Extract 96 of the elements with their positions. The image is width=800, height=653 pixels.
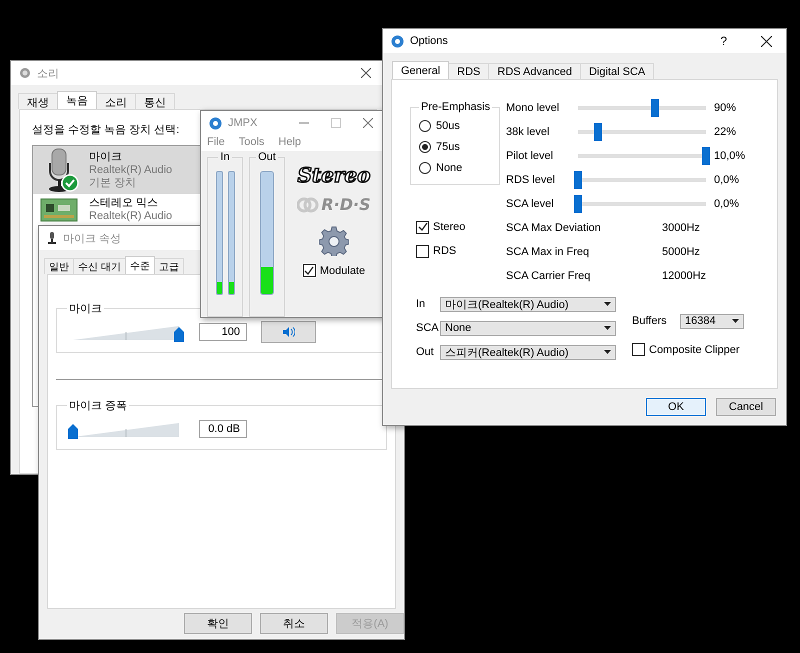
radio-label: 50us [436, 120, 460, 132]
checkbox[interactable] [632, 343, 645, 356]
device-dropdown[interactable]: None [440, 320, 616, 336]
menu-item[interactable]: Tools [238, 136, 264, 148]
menu-item[interactable]: Help [278, 136, 302, 148]
menu-item[interactable]: File [207, 136, 225, 148]
device-item[interactable]: 스테레오 믹스 Realtek(R) Audio [33, 194, 201, 226]
device-dropdown[interactable]: 마이크(Realtek(R) Audio) [440, 296, 616, 312]
device-label: In [416, 298, 426, 310]
mute-button[interactable] [261, 321, 316, 343]
checkbox[interactable] [302, 264, 316, 277]
app-icon [209, 116, 222, 130]
checkbox[interactable] [416, 244, 429, 258]
tab[interactable]: 수준 [124, 256, 155, 274]
close-icon[interactable] [761, 36, 772, 46]
device-item[interactable]: 마이크 Realtek(R) Audio 기본 장치 [33, 146, 201, 194]
info-value: 12000Hz [662, 270, 706, 282]
tab[interactable]: 녹음 [57, 91, 97, 109]
tab[interactable]: 재생 [18, 93, 58, 109]
device-status: 기본 장치 [89, 176, 138, 190]
slider-thumb[interactable] [650, 99, 659, 117]
slider-label: Pilot level [506, 150, 554, 162]
tab[interactable]: 일반 [44, 258, 74, 274]
window-title: 마이크 속성 [63, 232, 122, 246]
slider-reading: 90% [714, 102, 736, 114]
tab[interactable]: Digital SCA [580, 63, 654, 79]
slider-thumb[interactable] [174, 327, 184, 342]
slider-thumb[interactable] [574, 195, 582, 213]
value-field[interactable]: 0.0 dB [199, 420, 247, 438]
dialog-button[interactable]: Cancel [716, 398, 776, 416]
group-label: 마이크 [68, 302, 103, 316]
caret-icon [604, 350, 611, 354]
info-value: 5000Hz [662, 246, 700, 258]
meter-label: Out [257, 151, 277, 163]
device-name: 스테레오 믹스 [89, 197, 160, 210]
mode-indicator: R·D·S [321, 195, 371, 214]
mode-indicator: Stereo [297, 163, 370, 187]
tab[interactable]: 고급 [154, 258, 184, 274]
tab[interactable]: 소리 [96, 93, 136, 109]
slider-reading: 0,0% [714, 174, 740, 186]
slider-thumb[interactable] [702, 147, 710, 165]
caret-icon [732, 319, 739, 323]
help-button[interactable]: ? [720, 34, 727, 48]
slider-reading: 22% [714, 126, 736, 138]
radio-button[interactable] [419, 140, 431, 152]
tab[interactable]: 수신 대기 [73, 258, 126, 274]
radio-label: None [436, 162, 462, 174]
slider-label: 38k level [506, 126, 550, 138]
info-label: SCA Max Deviation [506, 222, 602, 234]
info-value: 3000Hz [662, 222, 700, 234]
slider-label: Mono level [506, 102, 560, 114]
meter-label: In [219, 151, 231, 163]
checkbox-label: RDS [433, 245, 456, 257]
settings-icon[interactable] [319, 226, 349, 256]
info-label: SCA Max in Freq [506, 246, 590, 258]
info-label: SCA Carrier Freq [506, 270, 592, 282]
group-label: Pre-Emphasis [420, 101, 492, 113]
slider-reading: 0,0% [714, 198, 740, 210]
slider-reading: 10,0% [714, 150, 746, 162]
window-title: JMPX [228, 117, 258, 129]
checkbox[interactable] [416, 220, 429, 234]
slider-label: RDS level [506, 174, 556, 186]
microphone-icon [47, 232, 57, 244]
value-field[interactable]: 100 [199, 323, 247, 341]
buffers-label: Buffers [632, 315, 668, 327]
checkbox-label: Stereo [433, 221, 466, 233]
group-label: 마이크 증폭 [68, 399, 128, 413]
window-title: 소리 [37, 66, 60, 80]
checkbox-label: Modulate [320, 264, 366, 276]
device-driver: Realtek(R) Audio [89, 210, 172, 223]
device-label: Out [416, 346, 435, 358]
dialog-button[interactable]: OK [646, 398, 706, 416]
buffers-dropdown[interactable]: 16384 [680, 314, 744, 328]
slider-thumb[interactable] [574, 171, 582, 189]
tab[interactable]: 통신 [135, 93, 175, 109]
slider-thumb[interactable] [68, 424, 78, 439]
radio-button[interactable] [419, 162, 431, 174]
app-icon [391, 34, 404, 48]
device-dropdown[interactable]: 스피커(Realtek(R) Audio) [440, 344, 616, 360]
radio-button[interactable] [419, 120, 431, 132]
device-driver: Realtek(R) Audio [89, 164, 172, 176]
device-name: 마이크 [89, 150, 123, 164]
caret-icon [604, 302, 611, 306]
device-label: SCA [416, 322, 440, 334]
caret-icon [604, 326, 611, 330]
close-icon[interactable] [361, 68, 371, 78]
slider-label: SCA level [506, 198, 555, 210]
checkbox-label: Composite Clipper [649, 344, 740, 356]
dialog-button[interactable]: 취소 [260, 613, 328, 634]
disc-icon [297, 196, 320, 212]
tab[interactable]: General [392, 61, 450, 79]
radio-label: 75us [436, 140, 460, 152]
window-title: Options [410, 35, 449, 47]
slider-thumb[interactable] [594, 123, 602, 141]
dialog-button[interactable]: 확인 [184, 613, 252, 634]
instruction-text: 설정을 수정할 녹음 장치 선택: [32, 123, 180, 137]
